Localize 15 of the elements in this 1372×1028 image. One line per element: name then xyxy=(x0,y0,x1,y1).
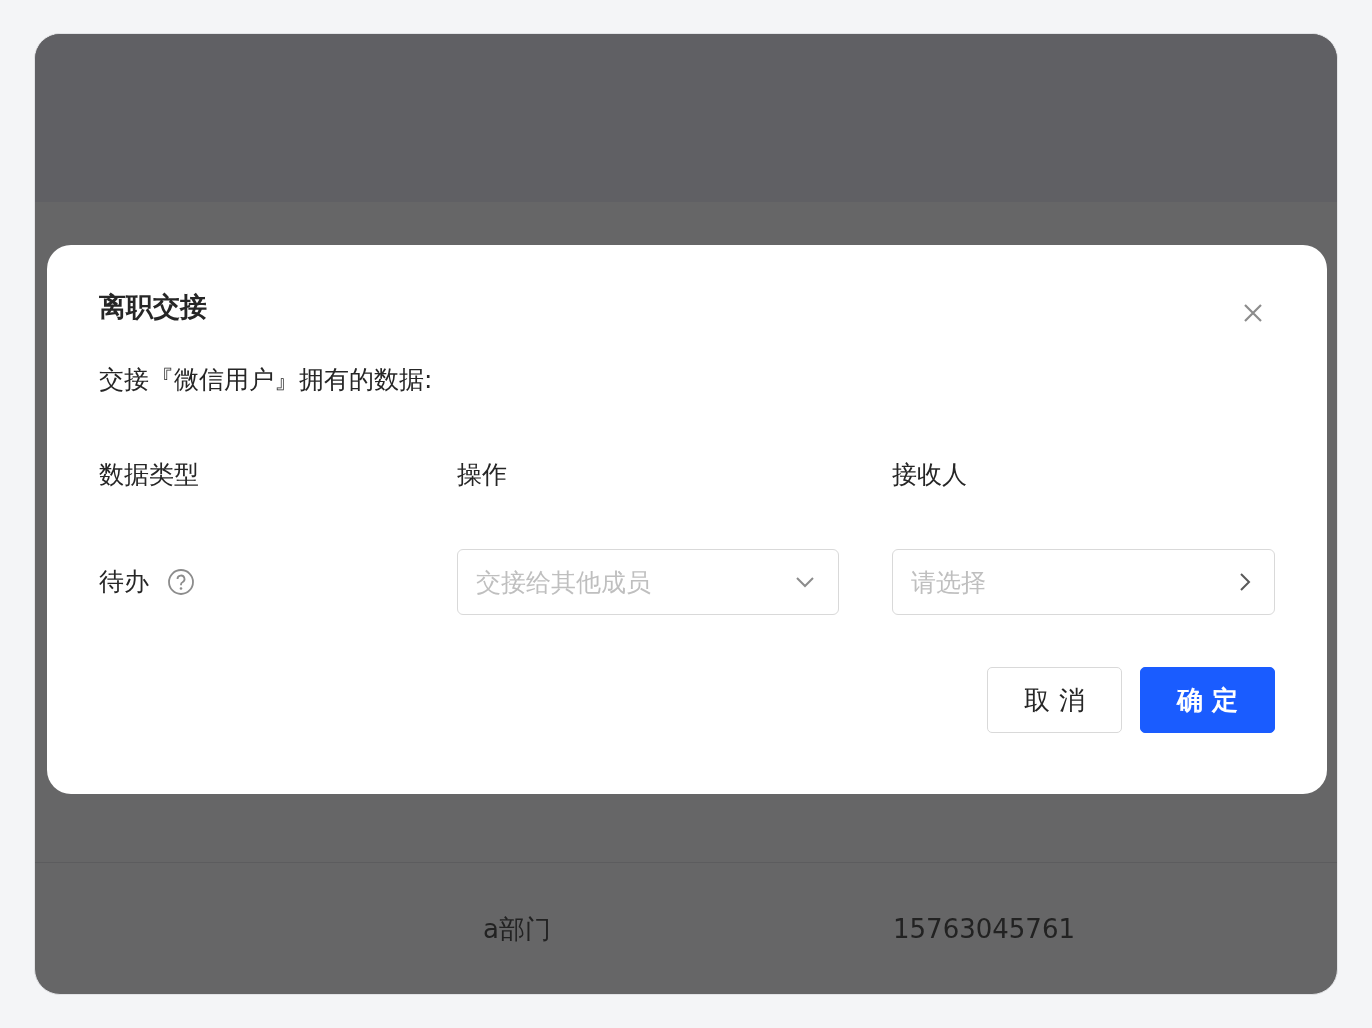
action-select[interactable]: 交接给其他成员 xyxy=(457,549,839,616)
cancel-button[interactable]: 取 消 xyxy=(987,667,1122,734)
column-header: 数据类型 xyxy=(99,458,200,491)
dialog-title: 离职交接 xyxy=(99,290,207,324)
dialog-subtitle: 交接『微信用户』拥有的数据: xyxy=(99,364,434,397)
column-header: 接收人 xyxy=(892,458,968,491)
data-type-label: 待办 xyxy=(99,566,149,599)
help-icon xyxy=(167,568,195,597)
chevron-right-icon xyxy=(1239,572,1251,593)
chevron-down-icon xyxy=(795,576,815,589)
table-cell-text: a部门 xyxy=(483,912,552,946)
table-cell-text: 15763045761 xyxy=(893,912,1076,946)
confirm-button[interactable]: 确 定 xyxy=(1140,667,1275,734)
receiver-picker[interactable]: 请选择 xyxy=(892,549,1275,616)
column-header: 操作 xyxy=(457,458,508,491)
